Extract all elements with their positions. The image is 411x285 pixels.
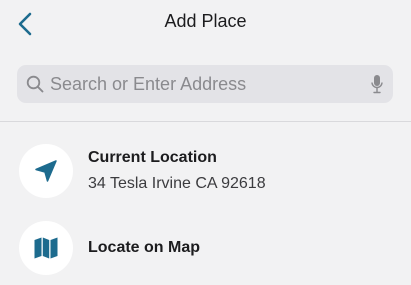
location-arrow-icon: [35, 160, 57, 182]
header: Add Place: [0, 0, 411, 46]
icon-circle: [19, 144, 73, 198]
search-input[interactable]: [50, 65, 350, 103]
current-location-title: Current Location: [88, 149, 217, 166]
map-icon: [34, 237, 58, 259]
list-item-current-location[interactable]: Current Location 34 Tesla Irvine CA 9261…: [0, 143, 411, 203]
page-title: Add Place: [164, 11, 247, 31]
locate-on-map-title: Locate on Map: [88, 239, 201, 256]
icon-circle: [19, 221, 73, 275]
microphone-icon[interactable]: [370, 74, 384, 94]
current-location-address: 34 Tesla Irvine CA 92618: [88, 175, 266, 192]
search-bar[interactable]: [17, 65, 393, 103]
search-icon: [26, 75, 44, 93]
list-item-locate-on-map[interactable]: Locate on Map: [0, 220, 411, 280]
divider: [0, 121, 411, 122]
